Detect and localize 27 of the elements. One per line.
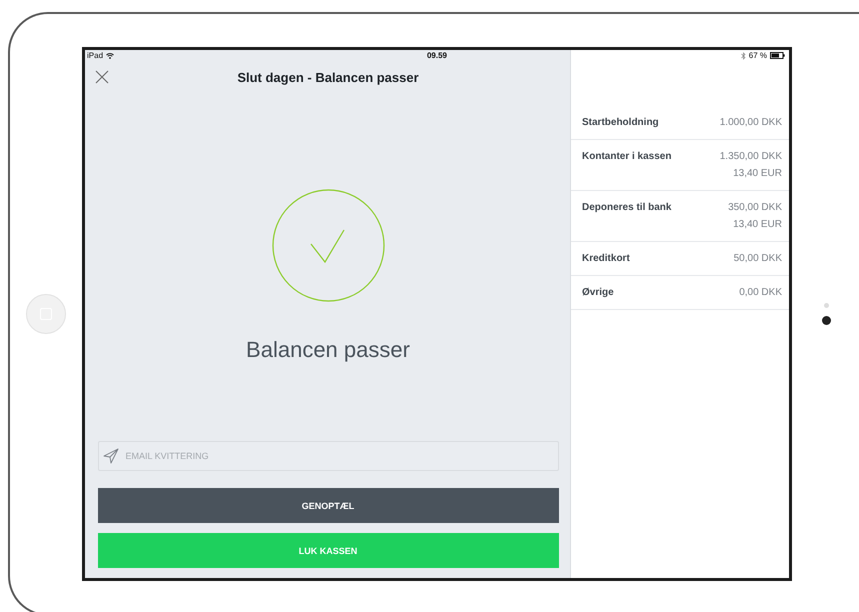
summary-label: Startbeholdning [582, 116, 659, 130]
summary-value: 13,40 EUR [733, 218, 782, 232]
screen-title: Slut dagen - Balancen passer [237, 70, 419, 84]
summary-value: 1.000,00 DKK [720, 116, 782, 130]
summary-value: 50,00 DKK [734, 252, 782, 266]
camera-lens [822, 316, 830, 325]
battery-percentage: 67 % [748, 51, 767, 60]
summary-label: Kontanter i kassen [582, 150, 672, 164]
summary-label: Øvrige [582, 286, 614, 300]
status-message: Balancen passer [246, 336, 410, 364]
paper-plane-icon [102, 448, 118, 464]
summary-value: 350,00 DKK [728, 201, 782, 215]
wifi-icon [106, 52, 114, 58]
device-name: iPad [87, 51, 104, 60]
close-icon[interactable] [95, 70, 109, 84]
status-time: 09.59 [426, 51, 448, 60]
recount-button[interactable]: GENOPTÆL [98, 488, 558, 523]
summary-value: 1.350,00 DKK [720, 150, 782, 164]
bluetooth-icon [740, 52, 746, 60]
sensor-dot [824, 303, 828, 308]
summary-label: Kreditkort [582, 252, 630, 266]
battery-icon [770, 52, 785, 59]
summary-value: 0,00 DKK [739, 286, 782, 300]
checkmark-circle-icon [272, 189, 384, 302]
email-receipt-field[interactable]: EMAIL KVITTERING [98, 441, 558, 471]
summary-label: Deponeres til bank [582, 201, 672, 215]
summary-value: 13,40 EUR [733, 167, 782, 181]
